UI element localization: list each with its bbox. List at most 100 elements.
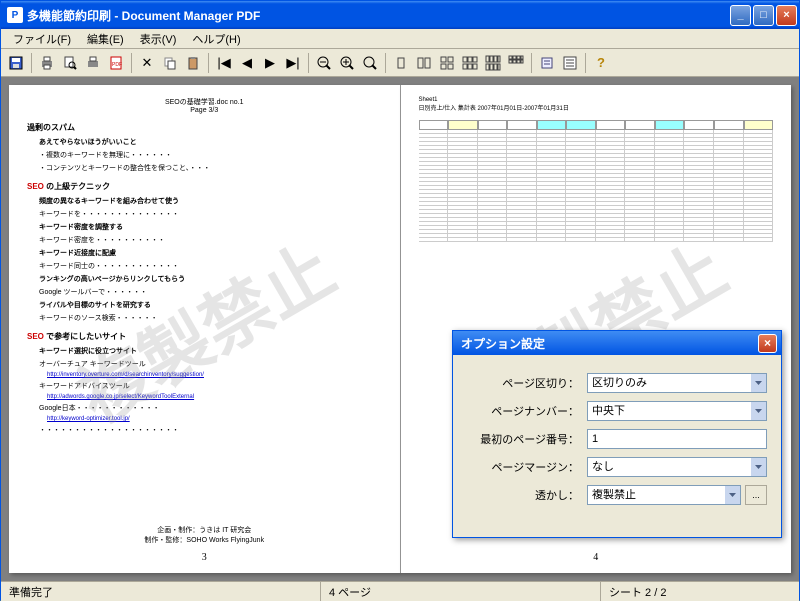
status-sheets: シート 2 / 2 — [601, 582, 799, 601]
layout-16-icon[interactable] — [505, 52, 527, 74]
dialog-close-button[interactable]: × — [758, 334, 777, 353]
spreadsheet: document.write(Array.from({length:28},()… — [419, 120, 774, 242]
zoom-in-icon[interactable] — [336, 52, 358, 74]
separator — [131, 53, 132, 73]
page-number-left: 3 — [9, 552, 400, 563]
layout-8-icon[interactable] — [482, 52, 504, 74]
prev-page-icon[interactable]: ◀ — [236, 52, 258, 74]
page-header: SEOの基礎学習.doc no.1 Page 3/3 — [27, 97, 382, 114]
print-preview-icon[interactable] — [59, 52, 81, 74]
layout-4-icon[interactable] — [436, 52, 458, 74]
row-margin: ページマージン： なし — [467, 457, 767, 477]
label-pagenum: ページナンバー： — [467, 403, 587, 419]
item: キーワードのソース検索・・・・・・ — [39, 313, 382, 323]
statusbar: 準備完了 4 ページ シート 2 / 2 — [1, 581, 799, 601]
status-ready: 準備完了 — [1, 582, 321, 601]
page-footer: 企画・制作：うきは IT 研究会 制作・監修：SOHO Works Flying… — [9, 525, 400, 545]
window-title: 多機能節約印刷 - Document Manager PDF — [27, 7, 730, 24]
maximize-button[interactable]: □ — [753, 5, 774, 26]
print-setup-icon[interactable] — [82, 52, 104, 74]
separator — [208, 53, 209, 73]
next-page-icon[interactable]: ▶ — [259, 52, 281, 74]
delete-icon[interactable]: ✕ — [136, 52, 158, 74]
svg-text:PDF: PDF — [112, 62, 122, 68]
doc-page: Page 3/3 — [27, 107, 382, 114]
app-icon: P — [7, 7, 23, 23]
row-watermark: 透かし： 複製禁止 ... — [467, 485, 767, 505]
select-margin[interactable]: なし — [587, 457, 767, 477]
item: キーワードアドバイスツール — [39, 381, 382, 391]
select-separator[interactable]: 区切りのみ — [587, 373, 767, 393]
titlebar: P 多機能節約印刷 - Document Manager PDF _ □ × — [1, 1, 799, 29]
item: キーワード選択に役立つサイト — [39, 346, 382, 356]
section-1: 過剰のスパム — [27, 122, 382, 133]
close-button[interactable]: × — [776, 5, 797, 26]
menu-file[interactable]: ファイル(F) — [5, 29, 79, 49]
dialog-title: オプション設定 — [461, 335, 758, 352]
table-row — [419, 238, 774, 242]
row-firstpage: 最初のページ番号： — [467, 429, 767, 449]
pdf-icon[interactable]: PDF — [105, 52, 127, 74]
page-number-right: 4 — [401, 552, 792, 563]
row-separator: ページ区切り： 区切りのみ — [467, 373, 767, 393]
menubar: ファイル(F) 編集(E) 表示(V) ヘルプ(H) — [1, 29, 799, 49]
label-margin: ページマージン： — [467, 459, 587, 475]
print-icon[interactable] — [36, 52, 58, 74]
layout-1-icon[interactable] — [390, 52, 412, 74]
item: キーワード同士の・・・・・・・・・・・・ — [39, 261, 382, 271]
separator — [31, 53, 32, 73]
menu-view[interactable]: 表示(V) — [132, 29, 185, 49]
item: ・・・・・・・・・・・・・・・・・・・・ — [39, 425, 382, 435]
item: Google日本・・・・・・・・・・・・ — [39, 403, 382, 413]
item: オーバーチュア キーワードツール — [39, 359, 382, 369]
item: ランキングの高いページからリンクしてもらう — [39, 274, 382, 284]
list-icon[interactable] — [559, 52, 581, 74]
first-page-icon[interactable]: |◀ — [213, 52, 235, 74]
link: http://inventory.overture.com/d/searchin… — [47, 372, 382, 378]
zoom-out-icon[interactable] — [313, 52, 335, 74]
dialog-titlebar: オプション設定 × — [453, 331, 781, 355]
select-watermark[interactable]: 複製禁止 — [587, 485, 741, 505]
label-watermark: 透かし： — [467, 487, 587, 503]
separator — [585, 53, 586, 73]
status-pages: 4 ページ — [321, 582, 601, 601]
sheet-title: Sheet1日別売上/仕入 集計表 2007年01月01日-2007年01月31… — [419, 97, 774, 112]
menu-edit[interactable]: 編集(E) — [79, 29, 132, 49]
help-icon[interactable]: ? — [590, 52, 612, 74]
menu-help[interactable]: ヘルプ(H) — [184, 29, 248, 49]
separator — [385, 53, 386, 73]
select-pagenum[interactable]: 中央下 — [587, 401, 767, 421]
item: 頻度の異なるキーワードを組み合わせて使う — [39, 196, 382, 206]
label-firstpage: 最初のページ番号： — [467, 431, 587, 447]
paste-icon[interactable] — [182, 52, 204, 74]
link: http://keyword-optimizer.tool.jp/ — [47, 416, 382, 422]
options-dialog: オプション設定 × ページ区切り： 区切りのみ ページナンバー： 中央下 最初の… — [452, 330, 782, 538]
last-page-icon[interactable]: ▶| — [282, 52, 304, 74]
layout-6-icon[interactable] — [459, 52, 481, 74]
separator — [308, 53, 309, 73]
toolbar: PDF ✕ |◀ ◀ ▶ ▶| ? — [1, 49, 799, 77]
item: キーワード密度を・・・・・・・・・・ — [39, 235, 382, 245]
section-3: SEO で参考にしたいサイト — [27, 331, 382, 342]
table-header — [419, 120, 774, 130]
separator — [531, 53, 532, 73]
zoom-fit-icon[interactable] — [359, 52, 381, 74]
item: Google ツールバーで・・・・・・ — [39, 287, 382, 297]
item: ライバルや目標のサイトを研究する — [39, 300, 382, 310]
dialog-body: ページ区切り： 区切りのみ ページナンバー： 中央下 最初のページ番号： ページ… — [453, 355, 781, 537]
doc-title: SEOの基礎学習.doc no.1 — [27, 97, 382, 107]
item: キーワードを・・・・・・・・・・・・・・ — [39, 209, 382, 219]
row-pagenum: ページナンバー： 中央下 — [467, 401, 767, 421]
section-2: SEO の上級テクニック — [27, 181, 382, 192]
window-buttons: _ □ × — [730, 5, 797, 26]
options-icon[interactable] — [536, 52, 558, 74]
input-firstpage[interactable] — [587, 429, 767, 449]
page-left: 複製禁止 SEOの基礎学習.doc no.1 Page 3/3 過剰のスパム あ… — [9, 85, 401, 573]
minimize-button[interactable]: _ — [730, 5, 751, 26]
save-icon[interactable] — [5, 52, 27, 74]
label-separator: ページ区切り： — [467, 375, 587, 391]
copy-icon[interactable] — [159, 52, 181, 74]
layout-2-icon[interactable] — [413, 52, 435, 74]
item: キーワード密度を調整する — [39, 222, 382, 232]
browse-watermark-button[interactable]: ... — [745, 485, 767, 505]
